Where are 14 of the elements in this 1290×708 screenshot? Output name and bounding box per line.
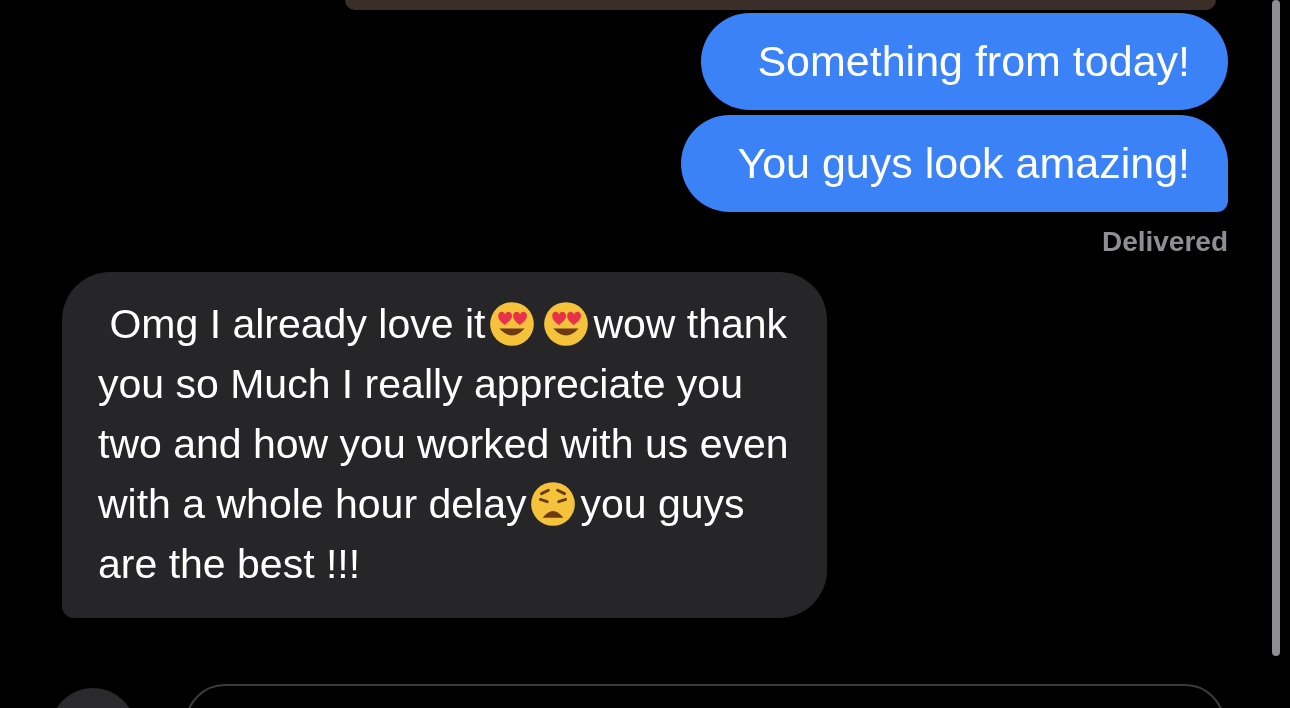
message-bubble: Something from today! — [701, 13, 1228, 110]
message-text: you guys — [580, 480, 745, 529]
message-text: you so Much I really appreciate you — [98, 360, 743, 409]
message-text: Omg I already love it — [108, 300, 486, 349]
heart-eyes-face-icon — [489, 301, 536, 347]
heart-eyes-face-icon — [543, 301, 590, 347]
message-text: two and how you worked with us even — [98, 420, 789, 469]
weary-face-icon — [530, 481, 577, 527]
scrollbar[interactable] — [1272, 0, 1280, 656]
message-text: are the best !!! — [98, 540, 361, 589]
message-text: wow thank — [593, 300, 788, 349]
delivery-status: Delivered — [1101, 226, 1228, 258]
message-text: with a whole hour delay — [98, 480, 527, 529]
message-bubble: You guys look amazing! — [681, 115, 1228, 212]
